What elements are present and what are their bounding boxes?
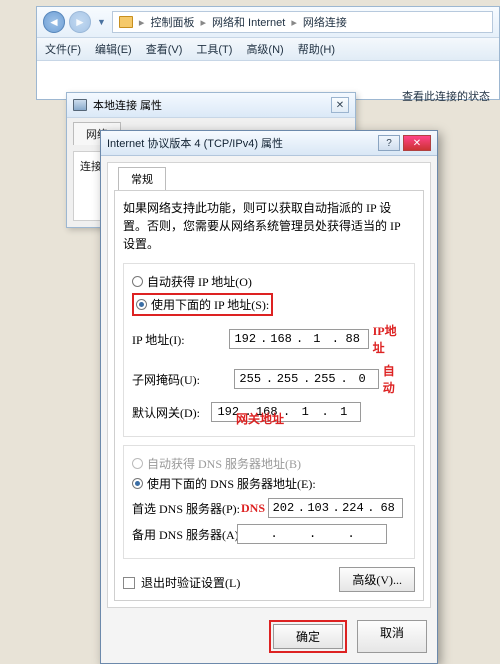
label-dns2: 备用 DNS 服务器(A): (132, 526, 237, 543)
breadcrumb-item[interactable]: 网络和 Internet (212, 14, 285, 30)
annotation-dns: DNS (241, 501, 265, 516)
description-text: 如果网络支持此功能，则可以获取自动指派的 IP 设置。否则，您需要从网络系统管理… (123, 199, 415, 253)
history-dropdown-icon[interactable]: ▼ (97, 17, 106, 27)
ipv4-titlebar[interactable]: Internet 协议版本 4 (TCP/IPv4) 属性 ? ✕ (101, 131, 437, 156)
annotation-gateway: 网关地址 (236, 410, 284, 427)
radio-manual-ip[interactable]: 使用下面的 IP 地址(S): (132, 293, 406, 316)
menu-edit[interactable]: 编辑(E) (95, 41, 132, 57)
radio-icon (136, 299, 147, 310)
explorer-menu: 文件(F) 编辑(E) 查看(V) 工具(T) 高级(N) 帮助(H) (37, 38, 499, 61)
validate-checkbox[interactable] (123, 577, 135, 589)
forward-button[interactable]: ► (69, 11, 91, 33)
radio-icon (132, 478, 143, 489)
explorer-window: ◄ ► ▼ ▸ 控制面板 ▸ 网络和 Internet ▸ 网络连接 文件(F)… (36, 6, 500, 100)
ip-address-input[interactable]: 192. 168. 1. 88 (229, 329, 368, 349)
ipv4-properties-dialog: Internet 协议版本 4 (TCP/IPv4) 属性 ? ✕ 常规 如果网… (100, 130, 438, 664)
radio-auto-dns: 自动获得 DNS 服务器地址(B) (132, 455, 406, 472)
breadcrumb[interactable]: ▸ 控制面板 ▸ 网络和 Internet ▸ 网络连接 (112, 11, 493, 33)
nic-titlebar[interactable]: 本地连接 属性 ✕ (67, 93, 355, 118)
status-link[interactable]: 查看此连接的状态 (402, 88, 490, 104)
menu-help[interactable]: 帮助(H) (298, 41, 335, 57)
advanced-button[interactable]: 高级(V)... (339, 567, 415, 592)
menu-view[interactable]: 查看(V) (146, 41, 183, 57)
label-ip: IP 地址(I): (132, 331, 229, 348)
ip-group: 自动获得 IP 地址(O) 使用下面的 IP 地址(S): IP 地址(I): … (123, 263, 415, 437)
close-icon[interactable]: ✕ (331, 97, 349, 113)
cancel-button[interactable]: 取消 (357, 620, 427, 653)
annotation-ip: IP地址 (373, 322, 406, 356)
menu-advanced[interactable]: 高级(N) (246, 41, 283, 57)
back-button[interactable]: ◄ (43, 11, 65, 33)
gateway-input[interactable]: 192. 168. 1. 1 (211, 402, 361, 422)
radio-manual-dns[interactable]: 使用下面的 DNS 服务器地址(E): (132, 475, 406, 492)
folder-icon (119, 16, 133, 28)
subnet-mask-input[interactable]: 255. 255. 255. 0 (234, 369, 379, 389)
breadcrumb-item[interactable]: 控制面板 (150, 14, 194, 30)
dialog-title: Internet 协议版本 4 (TCP/IPv4) 属性 (107, 135, 283, 151)
menu-file[interactable]: 文件(F) (45, 41, 81, 57)
close-button[interactable]: ✕ (403, 135, 431, 151)
dns-group: 自动获得 DNS 服务器地址(B) 使用下面的 DNS 服务器地址(E): 首选… (123, 445, 415, 559)
dns2-input[interactable]: . . . (237, 524, 387, 544)
dns1-input[interactable]: 202. 103. 224. 68 (268, 498, 403, 518)
tab-general[interactable]: 常规 (118, 167, 166, 190)
radio-auto-ip[interactable]: 自动获得 IP 地址(O) (132, 273, 406, 290)
ok-button[interactable]: 确定 (273, 624, 343, 649)
radio-icon (132, 276, 143, 287)
label-dns1: 首选 DNS 服务器(P): (132, 500, 237, 517)
explorer-nav: ◄ ► ▼ ▸ 控制面板 ▸ 网络和 Internet ▸ 网络连接 (37, 7, 499, 38)
validate-label: 退出时验证设置(L) (141, 574, 240, 591)
annotation-auto: 自动 (383, 362, 406, 396)
network-icon (73, 99, 87, 111)
label-mask: 子网掩码(U): (132, 371, 234, 388)
dialog-title: 本地连接 属性 (93, 97, 162, 113)
menu-tools[interactable]: 工具(T) (196, 41, 232, 57)
help-button[interactable]: ? (378, 135, 400, 151)
radio-icon (132, 458, 143, 469)
breadcrumb-item[interactable]: 网络连接 (303, 14, 347, 30)
